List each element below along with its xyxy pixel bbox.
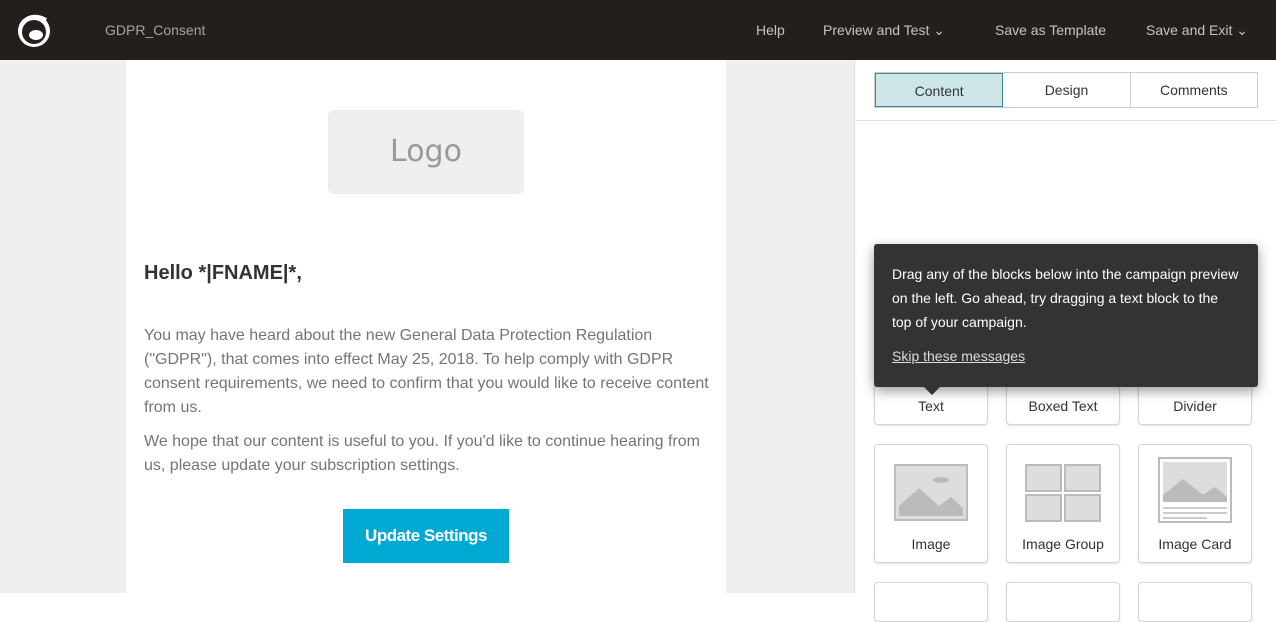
chevron-down-icon: ⌄ (1236, 22, 1249, 38)
mailchimp-logo-icon[interactable] (14, 10, 54, 50)
block-image[interactable]: Image (874, 444, 988, 563)
paragraph-2[interactable]: We hope that our content is useful to yo… (144, 430, 714, 478)
image-icon (894, 464, 968, 521)
tooltip-text: Drag any of the blocks below into the ca… (892, 266, 1239, 330)
email-body: Logo Hello *|FNAME|*, You may have heard… (126, 60, 726, 593)
help-link[interactable]: Help (756, 22, 785, 38)
block-more[interactable] (1006, 582, 1120, 622)
block-divider[interactable]: Divider (1138, 385, 1252, 425)
block-label: Divider (1173, 398, 1217, 414)
image-card-icon (1158, 457, 1232, 523)
tab-comments[interactable]: Comments (1131, 73, 1257, 107)
panel-tabs: Content Design Comments (874, 72, 1258, 108)
block-label: Image (911, 536, 951, 552)
paragraph-1[interactable]: You may have heard about the new General… (144, 324, 714, 420)
block-more[interactable] (874, 582, 988, 622)
logo-placeholder[interactable]: Logo (328, 110, 524, 194)
update-settings-button[interactable]: Update Settings (343, 509, 509, 563)
block-label: Boxed Text (1028, 398, 1098, 414)
preview-and-test-menu[interactable]: Preview and Test ⌄ (823, 22, 945, 39)
campaign-preview: Logo Hello *|FNAME|*, You may have heard… (0, 60, 855, 593)
image-group-icon (1025, 464, 1101, 522)
block-more[interactable] (1138, 582, 1252, 622)
chevron-down-icon: ⌄ (933, 22, 945, 38)
top-bar: GDPR_Consent Help Preview and Test ⌄ Sav… (0, 0, 1276, 60)
tab-design[interactable]: Design (1003, 73, 1131, 107)
block-label: Text (918, 398, 944, 414)
greeting[interactable]: Hello *|FNAME|*, (144, 262, 302, 285)
content-panel: Content Design Comments Text Boxed Text … (856, 60, 1276, 622)
block-label: Image Card (1158, 536, 1232, 552)
save-exit-label: Save and Exit (1146, 22, 1233, 38)
save-as-template-button[interactable]: Save as Template (995, 22, 1106, 38)
preview-label: Preview and Test (823, 22, 930, 38)
tab-content[interactable]: Content (875, 73, 1004, 107)
save-and-exit-menu[interactable]: Save and Exit ⌄ (1146, 22, 1248, 39)
block-label: Image Group (1022, 536, 1104, 552)
tooltip-arrow (924, 387, 940, 395)
help-tooltip: Drag any of the blocks below into the ca… (874, 244, 1258, 395)
block-image-group[interactable]: Image Group (1006, 444, 1120, 563)
block-boxed-text[interactable]: Boxed Text (1006, 385, 1120, 425)
skip-messages-link[interactable]: Skip these messages (892, 344, 1025, 368)
campaign-title: GDPR_Consent (105, 22, 206, 38)
divider (856, 120, 1276, 121)
block-image-card[interactable]: Image Card (1138, 444, 1252, 563)
